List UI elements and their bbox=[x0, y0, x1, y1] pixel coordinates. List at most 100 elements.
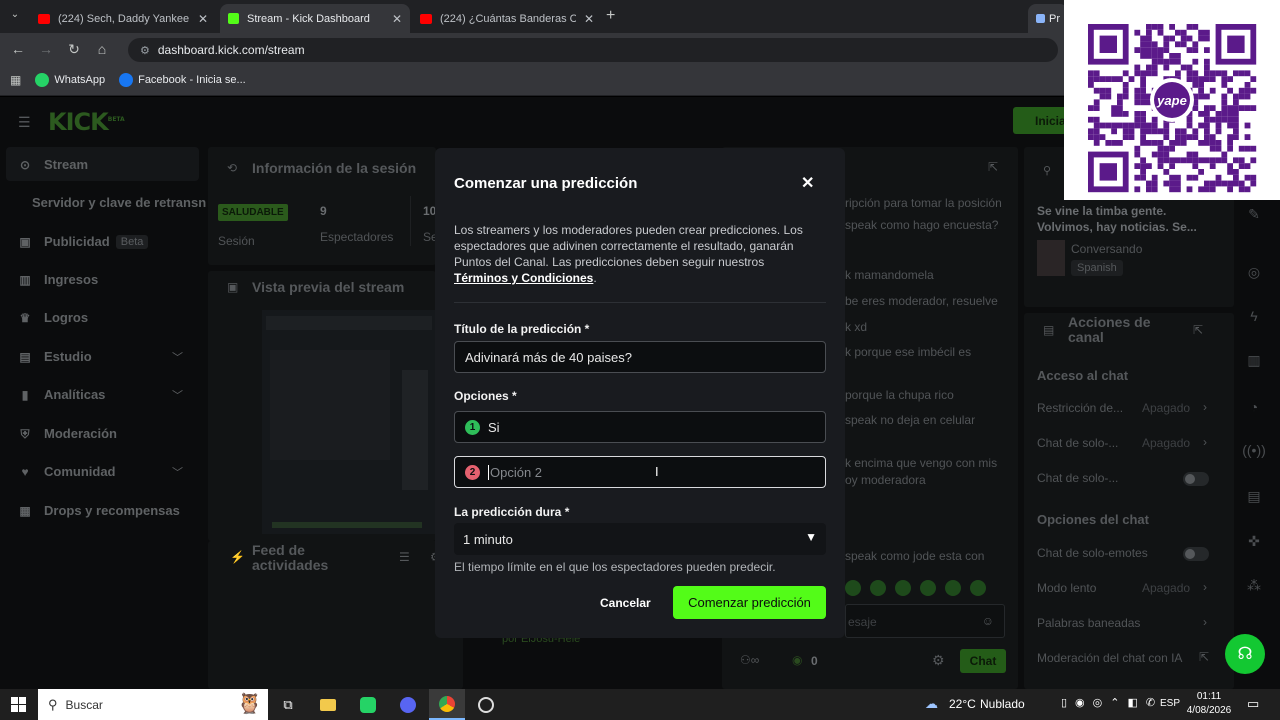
bookmark-facebook[interactable]: Facebook - Inicia se... bbox=[119, 73, 246, 87]
chat-message: k encima que vengo con mis bbox=[845, 456, 998, 470]
emoji-icon[interactable]: ☺ bbox=[982, 614, 994, 628]
sidebar-item-stream-key[interactable]: Servidor y clave de retransn bbox=[32, 195, 206, 210]
tab-search-icon[interactable]: ⌄ bbox=[6, 9, 24, 25]
emote-icon[interactable] bbox=[870, 580, 886, 596]
sidebar-item-drops[interactable]: ▦ Drops y recompensas bbox=[18, 503, 180, 518]
bookmark-whatsapp[interactable]: WhatsApp bbox=[35, 73, 105, 87]
sidebar-item-revenue[interactable]: ▥ Ingresos bbox=[18, 272, 98, 287]
weather-text: Nublado bbox=[980, 697, 1025, 711]
address-bar[interactable]: ⚙ dashboard.kick.com/stream bbox=[128, 38, 1058, 62]
mouse-cursor-icon: I bbox=[655, 464, 659, 479]
more-icon[interactable]: ⁂ bbox=[1236, 567, 1272, 603]
layout-icon[interactable]: ▤ bbox=[1236, 478, 1272, 514]
clock[interactable]: 01:11 4/08/2026 bbox=[1186, 690, 1232, 718]
chrome-taskbar-icon[interactable] bbox=[429, 689, 465, 720]
tray-icons[interactable]: ▯◉◎⌃◧✆ bbox=[1061, 696, 1163, 709]
emote-icon[interactable] bbox=[845, 580, 861, 596]
chat-input[interactable]: esaje ☺ bbox=[845, 604, 1005, 638]
close-tab-icon[interactable]: ✕ bbox=[392, 12, 402, 26]
emote-icon[interactable] bbox=[945, 580, 961, 596]
file-explorer-icon[interactable] bbox=[310, 689, 346, 720]
sidebar-item-analytics[interactable]: ▮ Analíticas bbox=[18, 387, 106, 402]
sidebar-item-label: Stream bbox=[44, 157, 89, 172]
duration-select[interactable]: 1 minuto ▼ bbox=[454, 523, 826, 555]
text-cursor bbox=[488, 464, 489, 480]
close-tab-icon[interactable]: ✕ bbox=[584, 12, 594, 26]
language-indicator[interactable]: ESP bbox=[1160, 698, 1180, 709]
back-icon[interactable]: ← bbox=[4, 41, 32, 57]
menu-icon[interactable]: ☰ bbox=[18, 114, 31, 131]
site-info-icon[interactable]: ⚙ bbox=[140, 44, 150, 57]
chat-settings-icon[interactable]: ⚙ bbox=[932, 652, 945, 669]
edit-icon[interactable]: ✎ bbox=[1236, 196, 1272, 232]
sidebar-item-moderation[interactable]: ⛨ Moderación bbox=[18, 426, 116, 441]
followers-only-row-label[interactable]: Chat de solo-... bbox=[1037, 436, 1118, 450]
home-icon[interactable]: ⌂ bbox=[88, 41, 116, 57]
chat-bubble-icon[interactable]: ◔ bbox=[1236, 389, 1272, 425]
restriction-row-label[interactable]: Restricción de... bbox=[1037, 401, 1123, 415]
popout-icon[interactable]: ⇱ bbox=[988, 160, 998, 174]
tab-youtube-2[interactable]: (224) ¿Cuántas Banderas Conoc ✕ bbox=[412, 4, 602, 33]
preview-browser-bar bbox=[266, 316, 432, 330]
option-2-input[interactable]: 2 Opción 2 I bbox=[454, 456, 826, 488]
lightning-icon[interactable]: ϟ bbox=[1236, 298, 1272, 334]
option-1-value: Si bbox=[488, 419, 500, 435]
support-headset-icon[interactable]: ☊ bbox=[1225, 634, 1265, 674]
close-tab-icon[interactable]: ✕ bbox=[198, 12, 208, 26]
sidebar-item-label: Analíticas bbox=[44, 387, 106, 402]
sidebar-item-ads[interactable]: ▣ Publicidad Beta bbox=[18, 234, 149, 249]
stream-preview-video[interactable] bbox=[262, 310, 436, 534]
whatsapp-taskbar-icon[interactable] bbox=[350, 689, 386, 720]
task-view-icon[interactable]: ⧉ bbox=[270, 689, 306, 720]
popout-icon[interactable]: ⇱ bbox=[1193, 323, 1203, 337]
app-taskbar-icon[interactable] bbox=[468, 689, 504, 720]
subscribers-only-toggle[interactable] bbox=[1183, 472, 1209, 486]
start-prediction-button[interactable]: Comenzar predicción bbox=[673, 586, 826, 619]
tab-youtube-1[interactable]: (224) Sech, Daddy Yankee, J Bal ✕ bbox=[30, 4, 216, 33]
slow-mode-row-label[interactable]: Modo lento bbox=[1037, 581, 1096, 595]
ai-moderation-row-label[interactable]: Moderación del chat con IA bbox=[1037, 651, 1182, 665]
sidebar-item-studio[interactable]: ▤ Estudio bbox=[18, 349, 91, 364]
emote-icon[interactable] bbox=[970, 580, 986, 596]
wrench-icon[interactable]: ✜ bbox=[1236, 523, 1272, 559]
emote-icon[interactable] bbox=[895, 580, 911, 596]
notification-icon[interactable]: ▭ bbox=[1247, 696, 1259, 712]
option-1-input[interactable]: 1 Si bbox=[454, 411, 826, 443]
gift-icon: ▦ bbox=[19, 503, 31, 518]
cancel-button[interactable]: Cancelar bbox=[600, 596, 651, 610]
sidebar-item-stream[interactable]: ⊙ Stream bbox=[18, 157, 88, 172]
close-icon[interactable]: ✕ bbox=[801, 173, 814, 193]
session-info-title: Información de la sesión bbox=[252, 160, 417, 176]
note-icon[interactable]: ▥ bbox=[1236, 342, 1272, 378]
broadcast-icon[interactable]: ((•)) bbox=[1236, 432, 1272, 468]
sidebar-item-achievements[interactable]: ♛ Logros bbox=[18, 310, 88, 325]
kick-logo[interactable]: KICKBETA bbox=[48, 108, 125, 136]
category-name[interactable]: Conversando bbox=[1071, 242, 1142, 256]
sidebar-item-community[interactable]: ♥ Comunidad bbox=[18, 464, 115, 479]
chat-send-button[interactable]: Chat bbox=[960, 649, 1006, 673]
emote-icon[interactable] bbox=[920, 580, 936, 596]
new-tab-icon[interactable]: + bbox=[606, 7, 624, 25]
obs-taskbar-icon[interactable] bbox=[390, 689, 426, 720]
chevron-right-icon: › bbox=[1203, 400, 1207, 414]
taskbar-search[interactable]: ⚲ Buscar 🦉 bbox=[38, 689, 268, 720]
reload-icon[interactable]: ↻ bbox=[60, 41, 88, 58]
tab-kick-dashboard[interactable]: Stream - Kick Dashboard ✕ bbox=[220, 4, 410, 33]
tab-pre[interactable]: Pre bbox=[1028, 4, 1068, 33]
filter-icon[interactable]: ☰ bbox=[399, 550, 410, 564]
prediction-title-input[interactable]: Adivinará más de 40 paises? bbox=[454, 341, 826, 373]
target-icon[interactable]: ◎ bbox=[1236, 254, 1272, 290]
sidebar-item-label: Ingresos bbox=[44, 272, 99, 287]
search-icon: ⚲ bbox=[48, 696, 58, 712]
modal-description: Los streamers y los moderadores pueden c… bbox=[454, 222, 814, 286]
apps-grid-icon[interactable]: ▦ bbox=[10, 73, 21, 87]
shield-icon: ⛨ bbox=[20, 426, 30, 441]
windows-start-icon[interactable] bbox=[0, 689, 36, 720]
options-label: Opciones * bbox=[454, 389, 517, 403]
users-icon[interactable]: ⚇∞ bbox=[740, 653, 759, 667]
points-icon: ◉ bbox=[792, 653, 803, 667]
banned-words-row-label[interactable]: Palabras baneadas bbox=[1037, 616, 1140, 630]
terms-link[interactable]: Términos y Condiciones bbox=[454, 271, 593, 285]
forward-icon[interactable]: → bbox=[32, 41, 60, 57]
emote-only-toggle[interactable] bbox=[1183, 547, 1209, 561]
